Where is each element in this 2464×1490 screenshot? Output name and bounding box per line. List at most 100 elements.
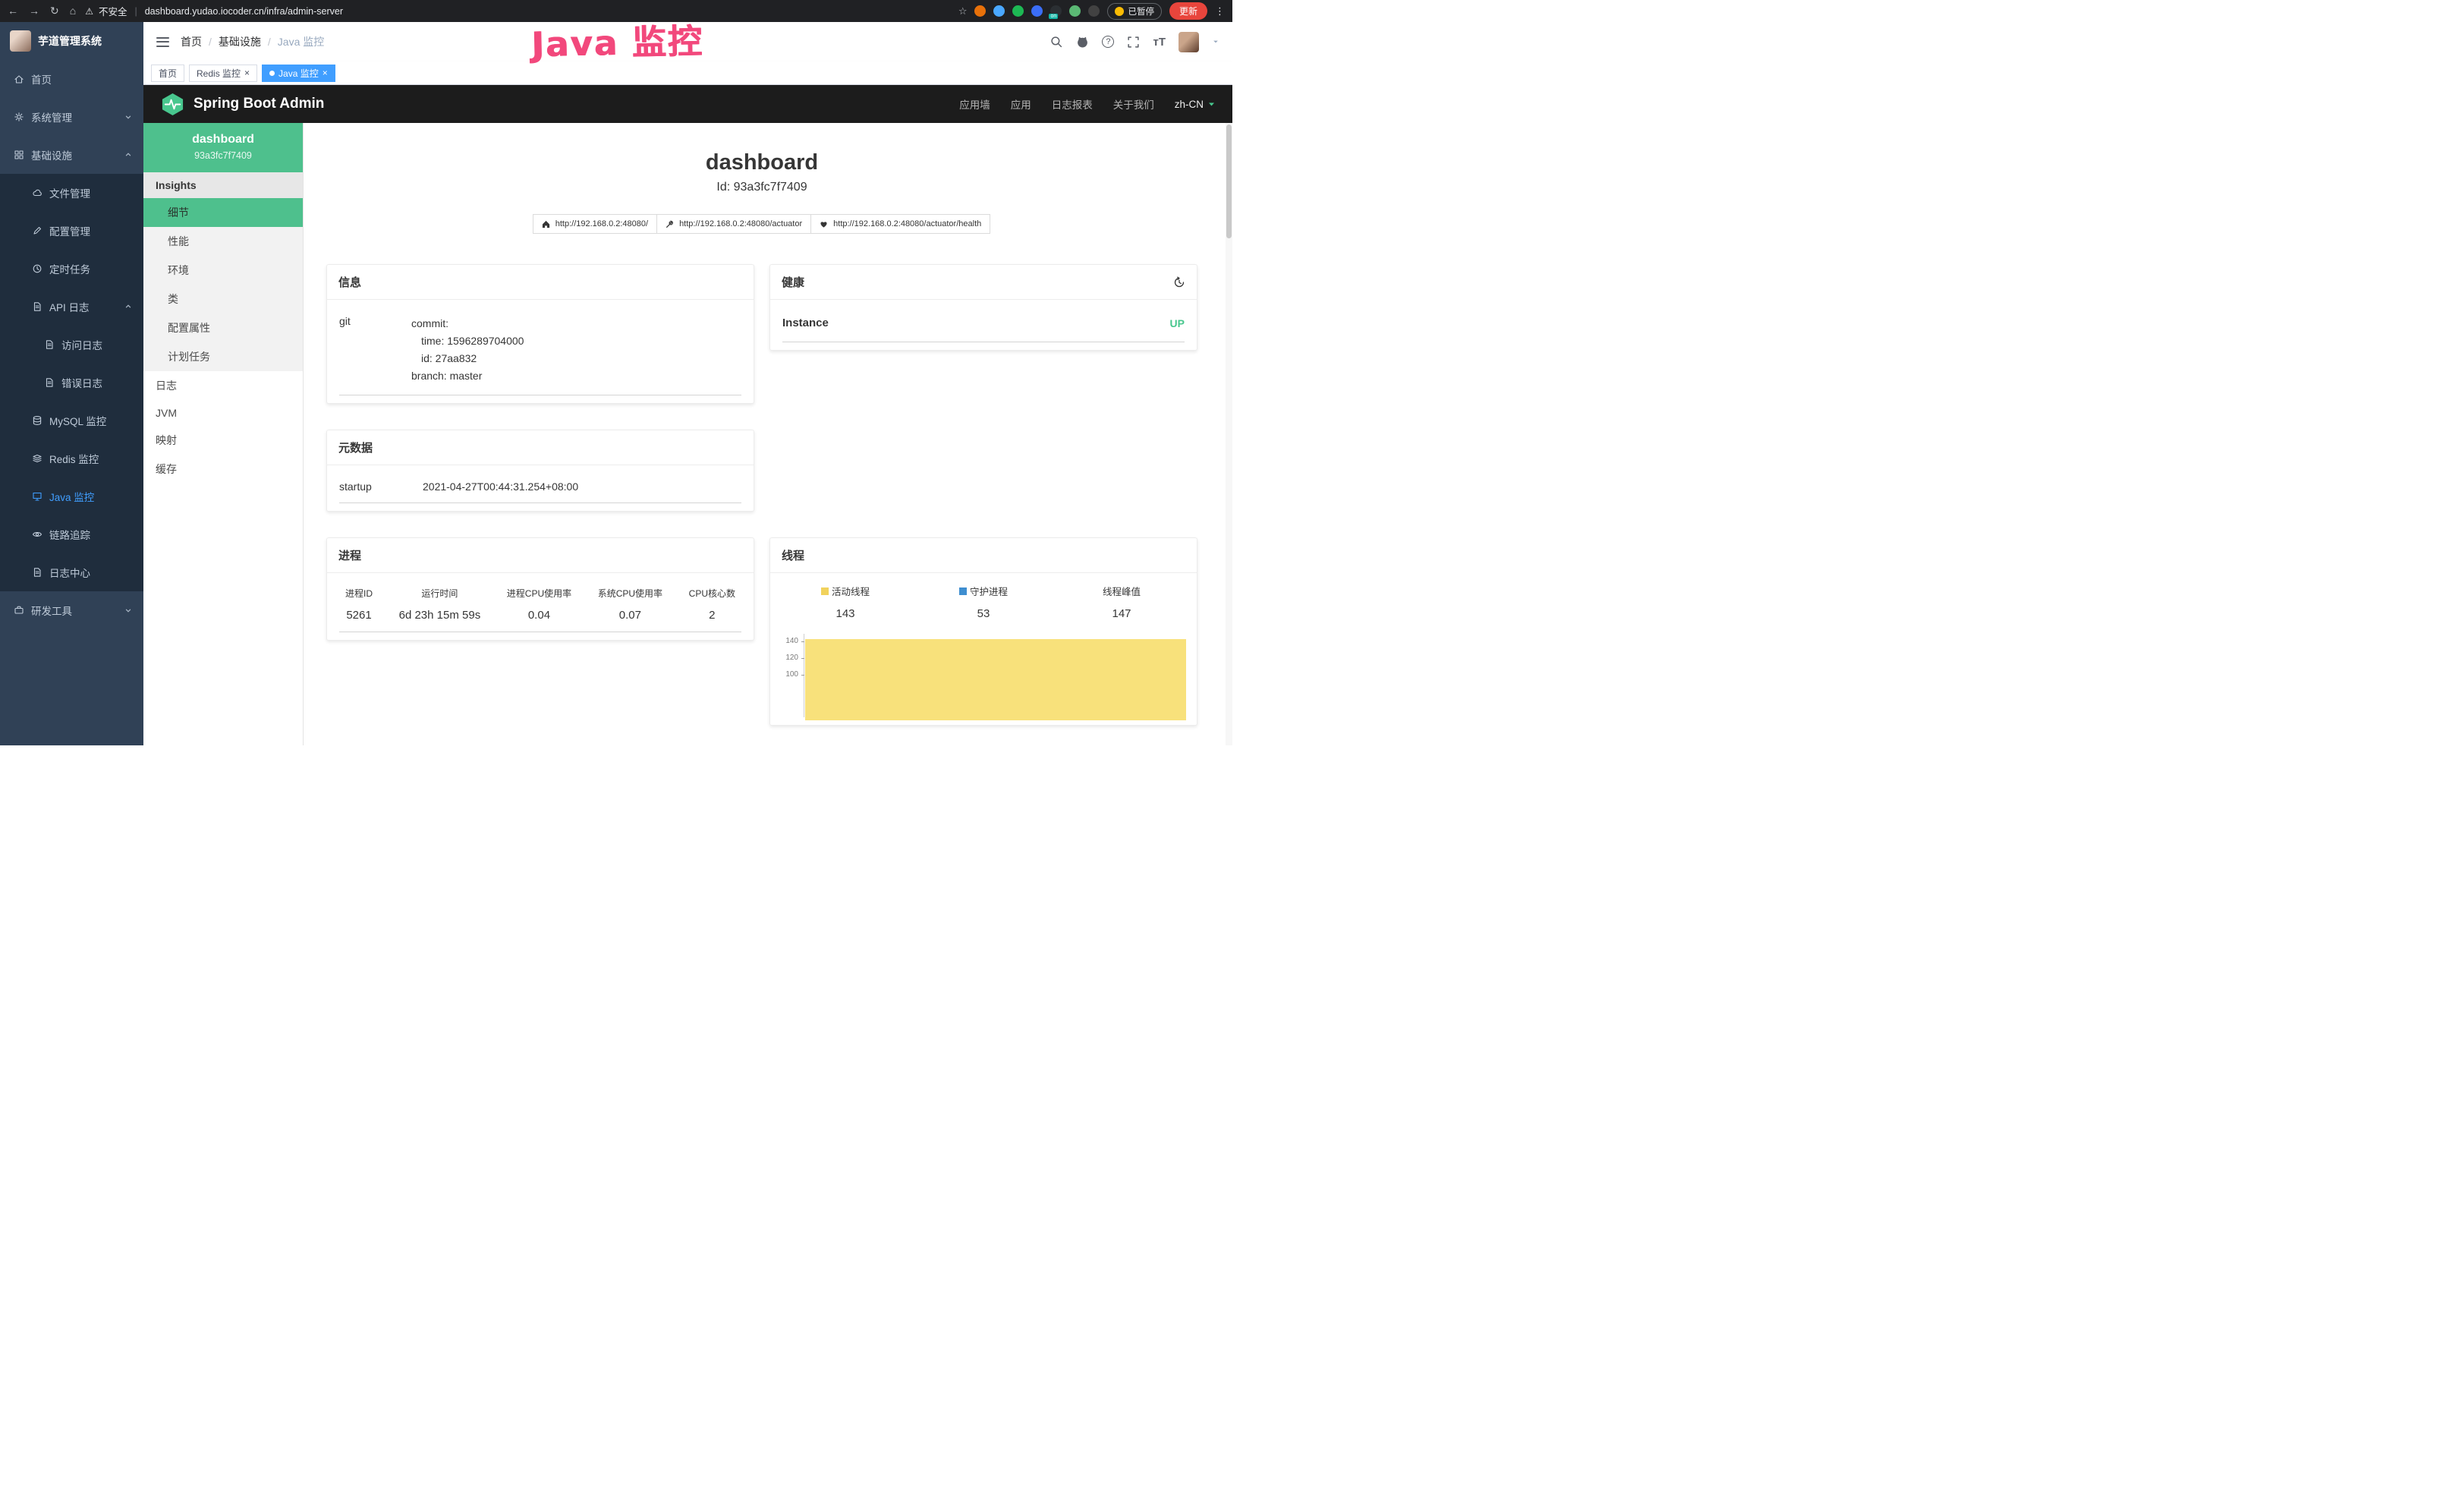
close-icon[interactable]: × [323, 68, 328, 77]
help-icon[interactable]: ? [1102, 36, 1114, 48]
legend-peak-threads: 线程峰值 147 [1053, 584, 1191, 620]
breadcrumb-separator: / [209, 36, 212, 48]
health-url-link[interactable]: http://192.168.0.2:48080/actuator/health [810, 214, 990, 234]
hamburger-icon[interactable] [156, 37, 169, 47]
extension-icon-orange[interactable] [974, 5, 986, 17]
page-title: dashboard [326, 150, 1197, 175]
layers-icon [32, 453, 42, 464]
sidebar-item-redis-monitor[interactable]: Redis 监控 [0, 439, 143, 477]
sidebar-item-dev-tools[interactable]: 研发工具 [0, 591, 143, 629]
metadata-key: startup [339, 480, 423, 493]
admin-topbar: 首页 / 基础设施 / Java 监控 ? тT [143, 22, 1232, 61]
info-key: git [339, 315, 411, 385]
sidebar-item-error-logs[interactable]: 错误日志 [0, 364, 143, 402]
sidebar-item-mysql-monitor[interactable]: MySQL 监控 [0, 402, 143, 439]
process-col-process-cpu: 进程CPU使用率 0.04 [507, 587, 571, 622]
service-url-link[interactable]: http://192.168.0.2:48080/ [533, 214, 657, 234]
history-icon[interactable] [1173, 276, 1185, 288]
extension-icon-green[interactable] [1012, 5, 1024, 17]
sba-item-classes[interactable]: 类 [143, 285, 303, 313]
address-bar[interactable]: ⚠ 不安全 | dashboard.yudao.iocoder.cn/infra… [85, 4, 343, 18]
sba-nav-applications[interactable]: 应用 [1011, 96, 1031, 112]
sidebar-item-cron-jobs[interactable]: 定时任务 [0, 250, 143, 288]
sba-main: dashboard Id: 93a3fc7f7409 http://192.16… [304, 123, 1232, 745]
scrollbar-thumb[interactable] [1226, 124, 1232, 238]
github-icon[interactable] [1076, 36, 1089, 49]
sba-item-environment[interactable]: 环境 [143, 256, 303, 285]
sidebar-item-infrastructure[interactable]: 基础设施 [0, 136, 143, 174]
home-icon[interactable]: ⌂ [70, 5, 76, 17]
paused-pill[interactable]: 已暂停 [1107, 3, 1162, 20]
sidebar-item-access-logs[interactable]: 访问日志 [0, 326, 143, 364]
browser-menu-icon[interactable]: ⋮ [1215, 5, 1225, 17]
sba-header: Spring Boot Admin 应用墙 应用 日志报表 关于我们 zh-CN [143, 85, 1232, 123]
page-subtitle: Id: 93a3fc7f7409 [326, 181, 1197, 194]
extension-icon-leaf[interactable] [1069, 5, 1081, 17]
search-icon[interactable] [1050, 36, 1063, 49]
process-col-pid: 进程ID 5261 [345, 587, 373, 622]
sidebar-item-log-center[interactable]: 日志中心 [0, 553, 143, 591]
reload-icon[interactable]: ↻ [50, 5, 59, 17]
language-selector[interactable]: zh-CN [1175, 99, 1216, 110]
sba-item-details[interactable]: 细节 [143, 198, 303, 227]
info-card-header: 信息 [327, 265, 754, 300]
avatar-caret-icon[interactable] [1212, 38, 1219, 46]
threads-card: 线程 活动线程 143 守护进程 [769, 537, 1197, 726]
extension-icon-blue[interactable] [993, 5, 1005, 17]
health-instance-label: Instance [782, 317, 829, 329]
sba-item-logs[interactable]: 日志 [143, 371, 303, 400]
font-size-icon[interactable]: тT [1153, 36, 1166, 49]
extension-icon-dark[interactable]: on [1050, 5, 1062, 17]
breadcrumb-home[interactable]: 首页 [181, 34, 202, 49]
breadcrumb-current: Java 监控 [278, 34, 324, 49]
admin-sidebar: 芋道管理系统 首页 系统管理 基础设施 文件管理 配 [0, 22, 143, 745]
actuator-url-link[interactable]: http://192.168.0.2:48080/actuator [656, 214, 811, 234]
sidebar-item-system-mgmt[interactable]: 系统管理 [0, 98, 143, 136]
sidebar-item-tracing[interactable]: 链路追踪 [0, 515, 143, 553]
edit-icon [32, 225, 42, 236]
sba-nav-wallboard[interactable]: 应用墙 [959, 96, 990, 112]
dashboard-icon [14, 74, 24, 84]
fullscreen-icon[interactable] [1127, 36, 1140, 49]
database-icon [32, 415, 42, 426]
sidebar-logo[interactable]: 芋道管理系统 [0, 22, 143, 60]
extension-icon-grid[interactable] [1031, 5, 1043, 17]
sidebar-item-java-monitor[interactable]: Java 监控 [0, 477, 143, 515]
process-card-header: 进程 [327, 538, 754, 573]
forward-icon[interactable]: → [29, 5, 39, 17]
cloud-icon [32, 187, 42, 198]
instance-links: http://192.168.0.2:48080/ http://192.168… [326, 214, 1197, 234]
close-icon[interactable]: × [244, 68, 250, 77]
sba-nav-about[interactable]: 关于我们 [1113, 96, 1154, 112]
sba-item-scheduled-tasks[interactable]: 计划任务 [143, 342, 303, 371]
sba-item-metrics[interactable]: 性能 [143, 227, 303, 256]
breadcrumb-infrastructure[interactable]: 基础设施 [219, 34, 261, 49]
instance-header[interactable]: dashboard 93a3fc7f7409 [143, 123, 303, 172]
screen: ← → ↻ ⌂ ⚠ 不安全 | dashboard.yudao.iocoder.… [0, 0, 1232, 745]
sidebar-item-home[interactable]: 首页 [0, 60, 143, 98]
back-icon[interactable]: ← [8, 5, 18, 17]
sidebar-item-config-mgmt[interactable]: 配置管理 [0, 212, 143, 250]
sba-item-mappings[interactable]: 映射 [143, 426, 303, 455]
chevron-down-icon [1207, 100, 1216, 109]
chevron-up-icon [124, 150, 133, 159]
sba-nav-journal[interactable]: 日志报表 [1052, 96, 1093, 112]
sidebar-item-file-mgmt[interactable]: 文件管理 [0, 174, 143, 212]
process-col-cpus: CPU核心数 2 [689, 587, 735, 622]
sba-item-jvm[interactable]: JVM [143, 400, 303, 426]
bookmark-star-icon[interactable]: ☆ [958, 5, 968, 17]
tab-redis-monitor[interactable]: Redis 监控 × [189, 65, 257, 82]
tab-java-monitor[interactable]: Java 监控 × [262, 65, 335, 82]
extension-icon-puzzle[interactable] [1088, 5, 1100, 17]
heart-icon [820, 220, 828, 228]
sba-item-caches[interactable]: 缓存 [143, 455, 303, 484]
sidebar-item-api-logs[interactable]: API 日志 [0, 288, 143, 326]
instance-name: dashboard [149, 133, 297, 146]
update-button[interactable]: 更新 [1169, 2, 1207, 20]
tab-home[interactable]: 首页 [151, 65, 184, 82]
metadata-row-startup: startup 2021-04-27T00:44:31.254+08:00 [339, 470, 741, 503]
sba-item-config-props[interactable]: 配置属性 [143, 313, 303, 342]
scrollbar-track[interactable] [1226, 123, 1232, 745]
browser-nav: ← → ↻ ⌂ [8, 5, 76, 17]
user-avatar[interactable] [1179, 32, 1199, 52]
